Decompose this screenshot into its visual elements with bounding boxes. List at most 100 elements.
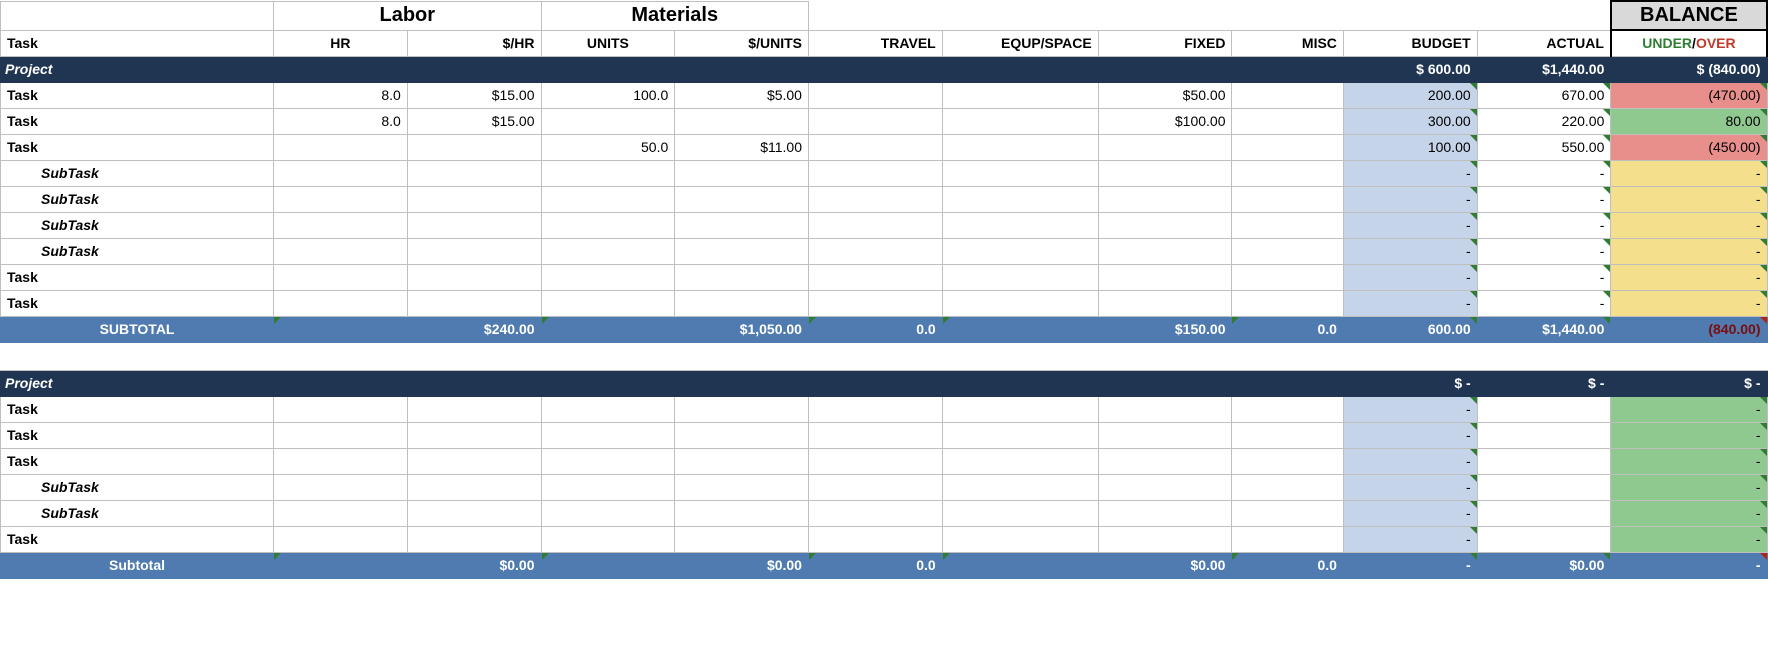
cell-hr[interactable] bbox=[274, 526, 408, 552]
cell-hr[interactable] bbox=[274, 186, 408, 212]
project-balance[interactable]: $ (840.00) bbox=[1611, 56, 1767, 82]
cell-budget[interactable]: - bbox=[1343, 290, 1477, 316]
subtask-row[interactable]: SubTask--- bbox=[1, 160, 1768, 186]
cell-fixed[interactable] bbox=[1098, 422, 1232, 448]
cell-misc[interactable] bbox=[1232, 448, 1343, 474]
cell-travel[interactable] bbox=[808, 108, 942, 134]
cell-units[interactable] bbox=[541, 238, 675, 264]
cell-misc[interactable] bbox=[1232, 238, 1343, 264]
cell-budget[interactable]: 100.00 bbox=[1343, 134, 1477, 160]
cell-budget[interactable]: - bbox=[1343, 160, 1477, 186]
project-label[interactable]: Project bbox=[1, 370, 1344, 396]
cell-hr[interactable] bbox=[274, 290, 408, 316]
cell-equip[interactable] bbox=[942, 264, 1098, 290]
cell-rate[interactable] bbox=[407, 134, 541, 160]
cell-rate[interactable] bbox=[407, 160, 541, 186]
task-label[interactable]: Task bbox=[1, 134, 274, 160]
cell-rate[interactable] bbox=[407, 396, 541, 422]
cell-actual[interactable]: - bbox=[1477, 186, 1611, 212]
cell-budget[interactable]: - bbox=[1343, 422, 1477, 448]
cell-units[interactable] bbox=[541, 264, 675, 290]
cell-misc[interactable] bbox=[1232, 186, 1343, 212]
cell-rate[interactable]: $15.00 bbox=[407, 108, 541, 134]
cell-urate[interactable] bbox=[675, 500, 809, 526]
cell-actual[interactable]: - bbox=[1477, 238, 1611, 264]
cell-travel[interactable] bbox=[808, 290, 942, 316]
cell-balance[interactable]: - bbox=[1611, 186, 1767, 212]
cell-misc[interactable] bbox=[1232, 422, 1343, 448]
task-label[interactable]: Task bbox=[1, 290, 274, 316]
cell-units[interactable] bbox=[541, 290, 675, 316]
cell-actual[interactable]: - bbox=[1477, 290, 1611, 316]
cell-rate[interactable] bbox=[407, 290, 541, 316]
task-row[interactable]: Task-- bbox=[1, 396, 1768, 422]
cell-travel[interactable] bbox=[808, 474, 942, 500]
cell-units[interactable] bbox=[541, 448, 675, 474]
cell-urate[interactable] bbox=[675, 186, 809, 212]
cell-misc[interactable] bbox=[1232, 526, 1343, 552]
cell-hr[interactable] bbox=[274, 212, 408, 238]
cell-travel[interactable] bbox=[808, 264, 942, 290]
cell-urate[interactable] bbox=[675, 396, 809, 422]
cell-budget[interactable]: - bbox=[1343, 526, 1477, 552]
cell-travel[interactable] bbox=[808, 186, 942, 212]
cell-budget[interactable]: 300.00 bbox=[1343, 108, 1477, 134]
task-label[interactable]: Task bbox=[1, 108, 274, 134]
cell-rate[interactable] bbox=[407, 212, 541, 238]
cell-hr[interactable] bbox=[274, 500, 408, 526]
cell-fixed[interactable] bbox=[1098, 290, 1232, 316]
subtask-label[interactable]: SubTask bbox=[1, 212, 274, 238]
cell-misc[interactable] bbox=[1232, 396, 1343, 422]
cell-balance[interactable]: - bbox=[1611, 290, 1767, 316]
cell-rate[interactable] bbox=[407, 448, 541, 474]
task-label[interactable]: Task bbox=[1, 526, 274, 552]
cell-misc[interactable] bbox=[1232, 212, 1343, 238]
task-row[interactable]: Task8.0$15.00$100.00300.00220.0080.00 bbox=[1, 108, 1768, 134]
cell-urate[interactable] bbox=[675, 526, 809, 552]
cell-fixed[interactable] bbox=[1098, 212, 1232, 238]
subtask-label[interactable]: SubTask bbox=[1, 160, 274, 186]
project-budget[interactable]: $ - bbox=[1343, 370, 1477, 396]
cell-travel[interactable] bbox=[808, 526, 942, 552]
cell-travel[interactable] bbox=[808, 82, 942, 108]
cell-balance[interactable]: - bbox=[1611, 526, 1767, 552]
cell-balance[interactable]: - bbox=[1611, 448, 1767, 474]
cell-balance[interactable]: (470.00) bbox=[1611, 82, 1767, 108]
cell-urate[interactable] bbox=[675, 290, 809, 316]
cell-hr[interactable] bbox=[274, 160, 408, 186]
cell-actual[interactable] bbox=[1477, 500, 1611, 526]
cell-balance[interactable]: - bbox=[1611, 264, 1767, 290]
cell-actual[interactable] bbox=[1477, 448, 1611, 474]
cell-units[interactable] bbox=[541, 474, 675, 500]
subtask-row[interactable]: SubTask-- bbox=[1, 500, 1768, 526]
project-actual[interactable]: $1,440.00 bbox=[1477, 56, 1611, 82]
cell-units[interactable] bbox=[541, 396, 675, 422]
cell-actual[interactable]: 670.00 bbox=[1477, 82, 1611, 108]
cell-travel[interactable] bbox=[808, 238, 942, 264]
cell-urate[interactable]: $11.00 bbox=[675, 134, 809, 160]
subtask-label[interactable]: SubTask bbox=[1, 186, 274, 212]
cell-hr[interactable] bbox=[274, 474, 408, 500]
cell-rate[interactable] bbox=[407, 500, 541, 526]
cell-rate[interactable]: $15.00 bbox=[407, 82, 541, 108]
project-row[interactable]: Project$ 600.00$1,440.00$ (840.00) bbox=[1, 56, 1768, 82]
cell-fixed[interactable] bbox=[1098, 160, 1232, 186]
cell-urate[interactable] bbox=[675, 160, 809, 186]
subtask-row[interactable]: SubTask-- bbox=[1, 474, 1768, 500]
cell-equip[interactable] bbox=[942, 82, 1098, 108]
cell-urate[interactable] bbox=[675, 422, 809, 448]
project-row[interactable]: Project$ -$ -$ - bbox=[1, 370, 1768, 396]
cell-units[interactable] bbox=[541, 422, 675, 448]
cell-fixed[interactable] bbox=[1098, 526, 1232, 552]
cell-rate[interactable] bbox=[407, 474, 541, 500]
cell-travel[interactable] bbox=[808, 212, 942, 238]
cell-balance[interactable]: 80.00 bbox=[1611, 108, 1767, 134]
task-row[interactable]: Task--- bbox=[1, 264, 1768, 290]
cell-rate[interactable] bbox=[407, 264, 541, 290]
cell-travel[interactable] bbox=[808, 500, 942, 526]
task-row[interactable]: Task50.0$11.00100.00550.00(450.00) bbox=[1, 134, 1768, 160]
cell-equip[interactable] bbox=[942, 186, 1098, 212]
cell-units[interactable] bbox=[541, 212, 675, 238]
cell-equip[interactable] bbox=[942, 160, 1098, 186]
cell-hr[interactable] bbox=[274, 264, 408, 290]
